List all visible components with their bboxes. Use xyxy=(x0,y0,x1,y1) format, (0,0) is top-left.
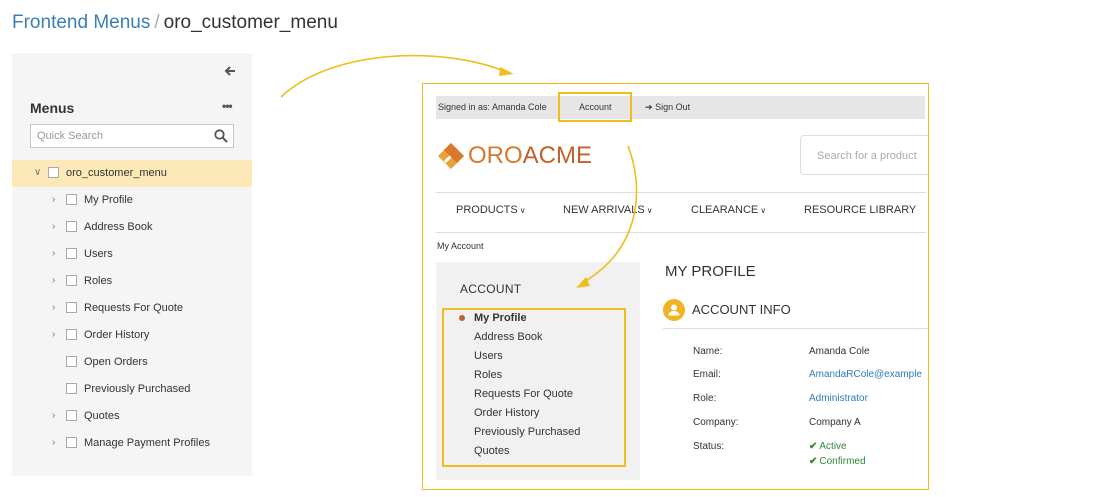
arrow-to-preview xyxy=(280,54,508,98)
annotation-arrows xyxy=(280,54,638,288)
arrow-to-preview-head xyxy=(499,67,514,76)
arrow-to-sidebar xyxy=(581,145,638,284)
